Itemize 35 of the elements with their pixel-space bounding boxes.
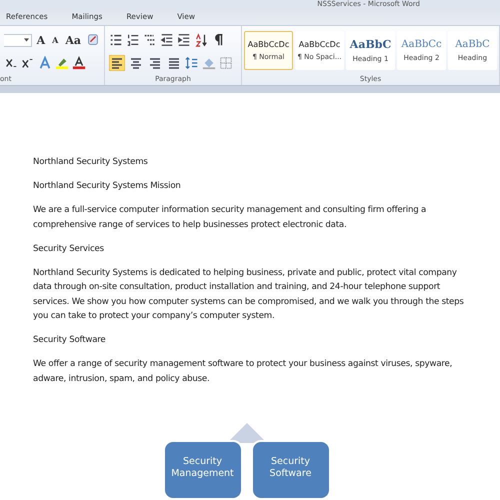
- multilevel-list-icon[interactable]: [143, 33, 157, 48]
- line-spacing-icon[interactable]: [185, 56, 199, 70]
- document-paragraph: We are a full-service computer information security management and consulting firm offering a comprehensive range of services to help businesses protect electronic data.: [33, 204, 428, 232]
- superscript-icon[interactable]: [21, 56, 35, 70]
- align-icon[interactable]: [128, 55, 144, 72]
- grow-font-button[interactable]: A: [34, 34, 48, 47]
- sort-icon[interactable]: [194, 33, 208, 48]
- document-paragraph: Northland Security Systems is dedicated to helping business, private and public, protect vital company data through on-site consultation, product installation and training, and 24-hour telephone support services. We show you how computer systems can be compromised, and we walk you through the steps you can take to protect your company’s computer system.: [33, 266, 465, 323]
- style-preview: AaBbCcDc: [298, 40, 340, 49]
- font-color-icon[interactable]: [72, 56, 86, 70]
- document-paragraph: Northland Security Systems: [33, 156, 149, 169]
- document-paragraph: We offer a range of security management software to protect your business against viruses, spyware, adware, intrusion, spam, and policy abuse.: [33, 358, 454, 386]
- align-icon[interactable]: [109, 55, 125, 72]
- shrink-font-button[interactable]: A: [50, 35, 60, 46]
- numbered-list-icon[interactable]: [126, 33, 140, 48]
- change-case-button[interactable]: Aa: [63, 34, 83, 47]
- diagram-box: Security Software: [250, 440, 330, 500]
- diagram-box: Security Management: [162, 440, 242, 500]
- style-preview: AaBbCcDc: [248, 40, 290, 49]
- document-paragraph: Security Software: [33, 334, 107, 347]
- decrease-indent-icon[interactable]: [160, 33, 174, 48]
- increase-indent-icon[interactable]: [177, 33, 191, 48]
- align-icon[interactable]: [147, 55, 163, 72]
- document-paragraph: Northland Security Systems Mission: [33, 180, 182, 193]
- highlighter-icon[interactable]: [55, 56, 69, 70]
- font-size-field[interactable]: [4, 34, 32, 47]
- document-paragraph: Security Services: [33, 242, 105, 256]
- align-icon[interactable]: [166, 55, 182, 72]
- style-preview: AaBbC: [455, 38, 490, 50]
- dropdown-arrow-icon[interactable]: [24, 38, 29, 42]
- bullet-list-icon[interactable]: [109, 33, 123, 48]
- borders-icon[interactable]: [219, 56, 233, 70]
- style-preview: AaBbC: [350, 38, 392, 51]
- clear-format-icon[interactable]: [86, 33, 100, 48]
- style-preview: AaBbCc: [401, 38, 442, 50]
